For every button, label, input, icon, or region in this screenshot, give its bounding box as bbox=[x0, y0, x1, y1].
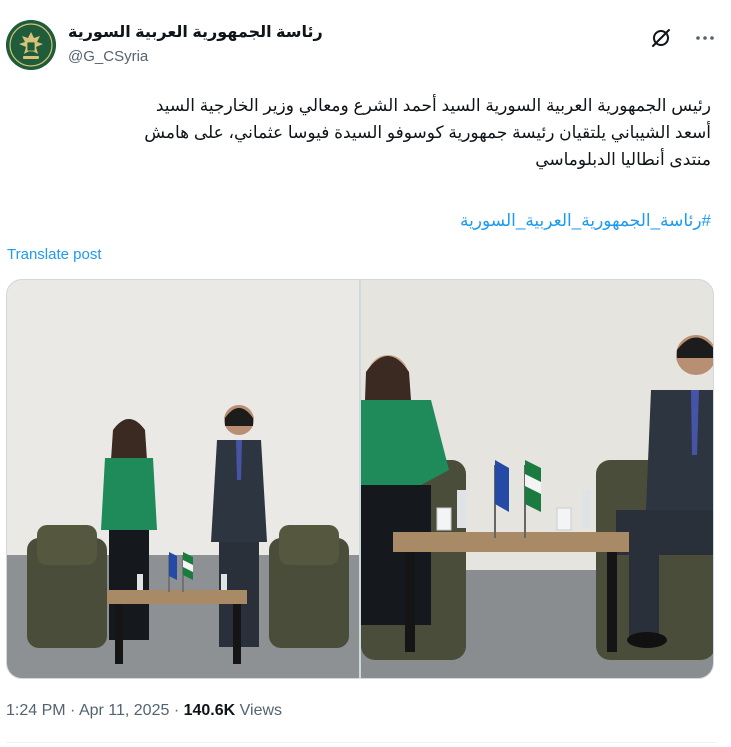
photo-leaders-standing[interactable] bbox=[7, 280, 359, 678]
meta-separator: · bbox=[173, 702, 180, 719]
post-text-line: منتدى أنطاليا الدبلوماسي bbox=[535, 150, 711, 169]
post-text-line: أسعد الشيباني يلتقيان رئيسة جمهورية كوسو… bbox=[144, 123, 711, 142]
post-text: رئيس الجمهورية العربية السورية السيد أحم… bbox=[8, 92, 711, 173]
translate-post-link[interactable]: Translate post bbox=[7, 246, 102, 263]
post-date[interactable]: Apr 11, 2025 bbox=[79, 702, 169, 719]
post-header: رئاسة الجمهورية العربية السورية @G_CSyri… bbox=[6, 16, 717, 72]
avatar[interactable] bbox=[6, 20, 56, 70]
media-grid bbox=[6, 279, 714, 679]
post-time[interactable]: 1:24 PM bbox=[6, 702, 66, 719]
hashtag-link[interactable]: #رئاسة_الجمهورية_العربية_السورية bbox=[460, 211, 711, 231]
syrian-eagle-emblem-icon bbox=[6, 20, 56, 70]
post-text-line: رئيس الجمهورية العربية السورية السيد أحم… bbox=[155, 96, 711, 115]
meta-separator: · bbox=[70, 702, 76, 719]
views-count: 140.6K bbox=[183, 702, 236, 719]
divider bbox=[6, 742, 717, 743]
author-handle[interactable]: @G_CSyria bbox=[68, 48, 148, 65]
views-label: Views bbox=[239, 702, 283, 719]
photo-leaders-seated[interactable] bbox=[361, 280, 713, 678]
grok-icon[interactable] bbox=[649, 26, 673, 50]
author-name[interactable]: رئاسة الجمهورية العربية السورية bbox=[68, 22, 323, 42]
more-dots-icon[interactable] bbox=[693, 26, 717, 50]
post-meta: 1:24 PM · Apr 11, 2025 · 140.6K Views bbox=[6, 702, 282, 720]
